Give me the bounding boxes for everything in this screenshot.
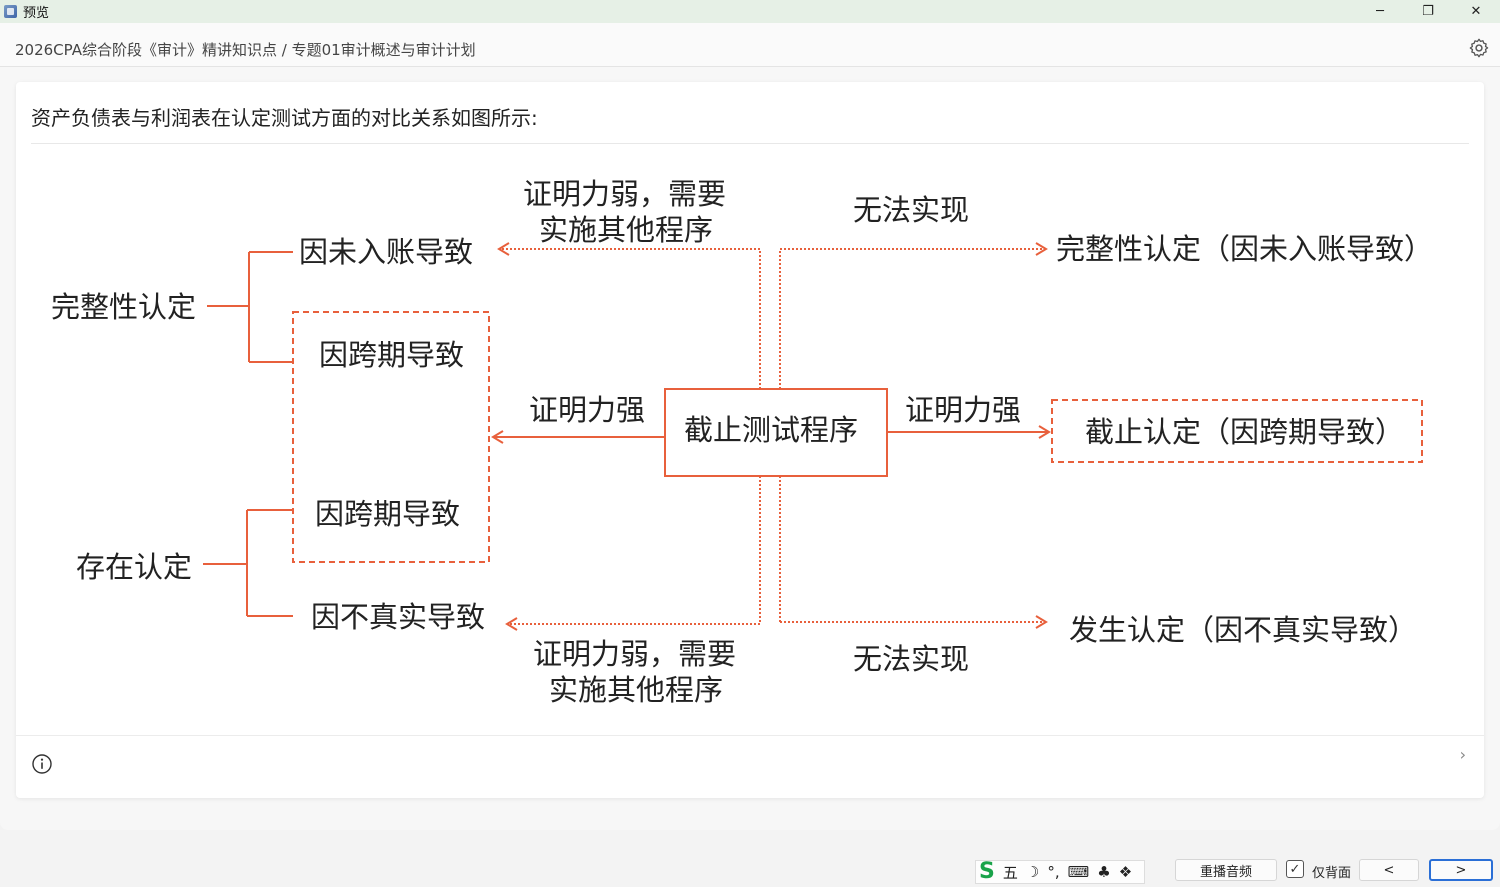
ime-skin-icon[interactable]: ♣ [1097, 863, 1110, 881]
next-button[interactable]: > [1429, 859, 1493, 881]
card-title: 资产负债表与利润表在认定测试方面的对比关系如图所示: [31, 106, 538, 130]
close-button[interactable]: ✕ [1452, 0, 1500, 23]
right-top-target: 完整性认定（因未入账导致） [1056, 232, 1433, 266]
assertion-diagram: 完整性认定 因未入账导致 因跨期导致 存在认定 因跨期导致 因不真实导致 截止测… [31, 152, 1461, 722]
divider [31, 143, 1469, 144]
bottom-bar: S 五 ☽ °, ⌨ ♣ ❖ 重播音频 ✓ 仅背面 < > [0, 850, 1500, 887]
left-top-branch-2: 因跨期导致 [319, 338, 464, 372]
right-middle-target: 截止认定（因跨期导致） [1085, 415, 1404, 449]
preview-card: 资产负债表与利润表在认定测试方面的对比关系如图所示: 完整性认定 因未入账导致 … [16, 82, 1484, 798]
middle-right-label: 证明力强 [905, 393, 1021, 427]
left-top-bracket [207, 251, 293, 363]
title-bar: 预览 ─ ❐ ✕ [0, 0, 1500, 23]
left-bottom-root: 存在认定 [76, 550, 192, 584]
only-back-checkbox[interactable]: ✓ [1286, 860, 1304, 878]
middle-left-label: 证明力强 [529, 393, 645, 427]
chevron-right-icon[interactable]: › [1460, 745, 1466, 764]
left-bottom-bracket [203, 509, 293, 617]
ime-mode[interactable]: 五 [1003, 862, 1018, 883]
info-icon[interactable] [31, 753, 53, 775]
ime-punct-icon[interactable]: °, [1047, 863, 1059, 881]
top-right-label: 无法实现 [853, 193, 969, 227]
ime-moon-icon[interactable]: ☽ [1026, 863, 1039, 881]
breadcrumb: 2026CPA综合阶段《审计》精讲知识点 / 专题01审计概述与审计计划 [15, 41, 476, 59]
gear-icon[interactable] [1468, 37, 1490, 59]
left-top-root: 完整性认定 [51, 290, 196, 324]
bottom-left-label-line2: 实施其他程序 [549, 673, 723, 707]
center-box-label: 截止测试程序 [684, 413, 858, 447]
ime-logo-icon: S [979, 859, 995, 884]
right-bottom-target: 发生认定（因不真实导致） [1069, 613, 1417, 647]
replay-audio-button[interactable]: 重播音频 [1175, 859, 1277, 881]
left-bottom-branch-2: 因不真实导致 [311, 600, 485, 634]
bottom-left-label-line1: 证明力弱，需要 [533, 637, 736, 671]
only-back-label: 仅背面 [1312, 866, 1352, 881]
window-title: 预览 [23, 6, 50, 21]
header: 2026CPA综合阶段《审计》精讲知识点 / 专题01审计概述与审计计划 [0, 23, 1500, 67]
maximize-button[interactable]: ❐ [1404, 0, 1452, 23]
top-left-label-line2: 实施其他程序 [539, 213, 713, 247]
ime-tools-icon[interactable]: ❖ [1119, 863, 1132, 881]
ime-keyboard-icon[interactable]: ⌨ [1068, 863, 1090, 881]
left-bottom-branch-1: 因跨期导致 [315, 497, 460, 531]
footer-divider [16, 735, 1484, 736]
top-left-label-line1: 证明力弱，需要 [523, 177, 726, 211]
left-top-branch-1: 因未入账导致 [299, 235, 473, 269]
minimize-button[interactable]: ─ [1356, 0, 1404, 23]
bottom-right-label: 无法实现 [853, 642, 969, 676]
ime-toolbar[interactable]: S 五 ☽ °, ⌨ ♣ ❖ [975, 860, 1145, 884]
prev-button[interactable]: < [1359, 859, 1419, 881]
app-icon [4, 5, 17, 18]
